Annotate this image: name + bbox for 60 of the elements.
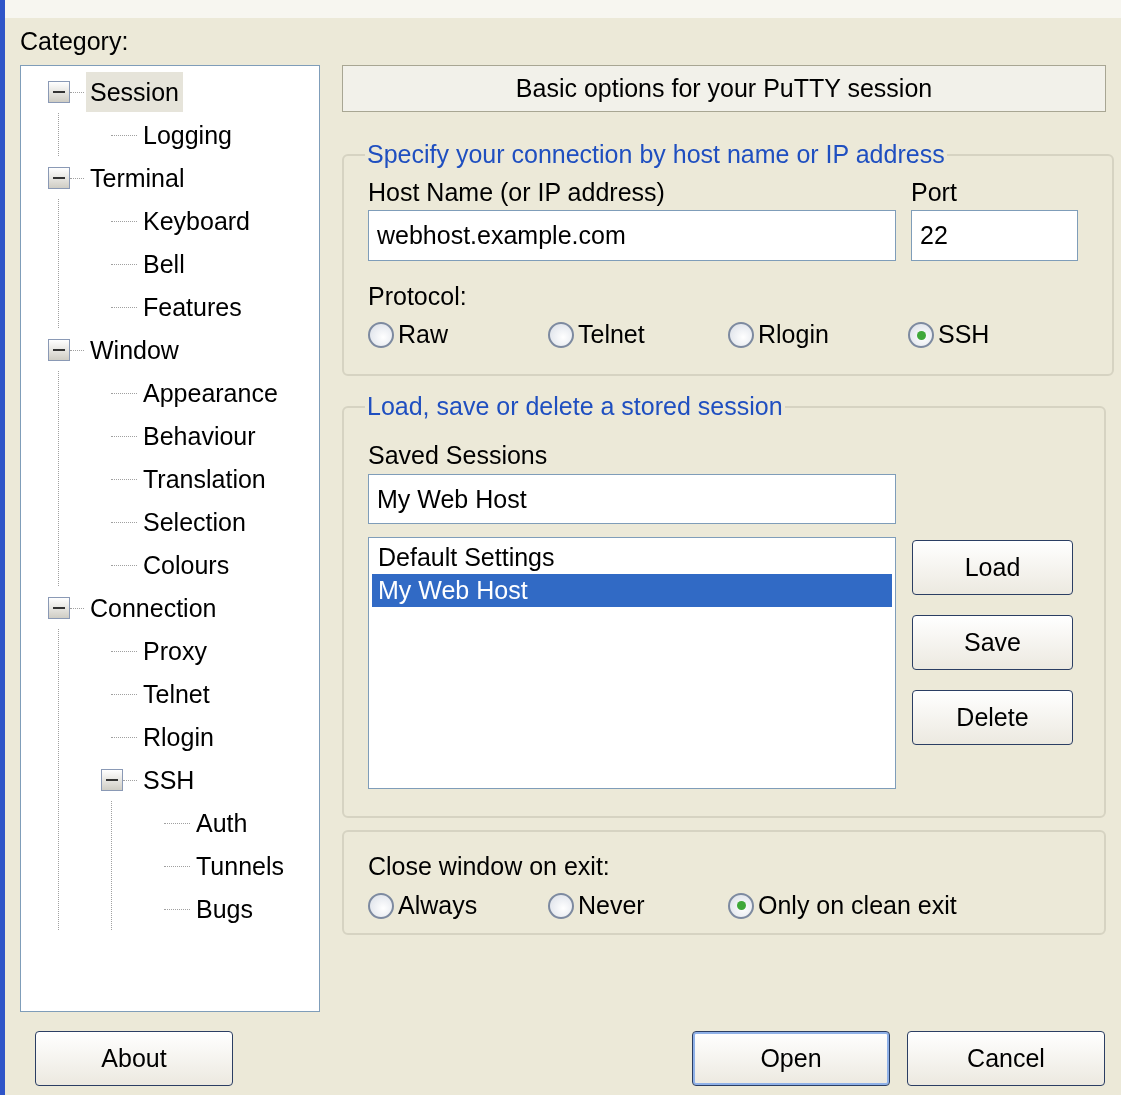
dialog-button[interactable]: Cancel <box>907 1031 1105 1086</box>
tree-item[interactable]: Telnet <box>139 673 214 714</box>
tree-item[interactable]: Window <box>86 329 183 370</box>
radio-button[interactable] <box>728 892 754 919</box>
saved-sessions-label: Saved Sessions <box>368 439 548 471</box>
radio-option[interactable]: Rlogin <box>728 315 908 355</box>
radio-option[interactable]: Only on clean exit <box>728 885 957 926</box>
tree-item[interactable]: Rlogin <box>139 716 218 757</box>
tree-item[interactable]: Keyboard <box>139 200 255 241</box>
collapse-icon[interactable] <box>48 80 70 103</box>
tree-item[interactable]: Colours <box>139 544 234 585</box>
category-tree[interactable]: Session Logging Terminal Keyboard Bell Features Window Appearance Behaviour Translation Selection Colours Connection Proxy Telnet Rlogin SSH Auth Tunnels Bugs <box>20 65 320 1012</box>
radio-option[interactable]: Telnet <box>548 315 728 355</box>
radio-button[interactable] <box>728 322 754 348</box>
tree-item[interactable]: Features <box>139 286 246 327</box>
tree-item[interactable]: Bugs <box>192 888 257 929</box>
dialog-button[interactable]: Delete <box>912 690 1073 745</box>
group-title: Specify your connection by host name or IP address <box>366 139 946 170</box>
host-name-field[interactable]: webhost.example.com <box>368 209 896 261</box>
collapse-icon[interactable] <box>48 596 70 619</box>
dialog-button[interactable]: Load <box>912 540 1073 595</box>
tree-item[interactable]: Translation <box>139 458 270 499</box>
tree-item[interactable]: Proxy <box>139 630 211 671</box>
radio-button[interactable] <box>368 322 394 348</box>
panel-header: Basic options for your PuTTY session <box>342 65 1106 112</box>
tree-item[interactable]: Selection <box>139 501 250 542</box>
dialog-button[interactable]: Open <box>692 1031 890 1086</box>
port-field[interactable]: 22 <box>911 209 1078 261</box>
radio-button[interactable] <box>548 892 574 919</box>
list-entry[interactable]: My Web Host <box>372 574 892 607</box>
tree-item[interactable]: Appearance <box>139 372 282 413</box>
tree-item[interactable]: Bell <box>139 243 189 284</box>
radio-option[interactable]: SSH <box>908 315 1088 355</box>
group-title: Load, save or delete a stored session <box>366 391 784 422</box>
radio-option[interactable]: Never <box>548 885 728 926</box>
tree-item[interactable]: Auth <box>192 802 252 843</box>
tree-item[interactable]: Terminal <box>86 157 189 198</box>
tree-item[interactable]: SSH <box>139 759 199 800</box>
dialog-button[interactable]: Save <box>912 615 1073 670</box>
tree-item[interactable]: Behaviour <box>139 415 260 456</box>
close-window-label: Close window on exit: <box>368 851 610 882</box>
collapse-icon[interactable] <box>101 768 123 791</box>
port-label: Port <box>911 176 957 208</box>
radio-option[interactable]: Raw <box>368 315 548 355</box>
radio-button[interactable] <box>908 322 934 348</box>
host-name-label: Host Name (or IP address) <box>368 176 665 208</box>
protocol-label: Protocol: <box>368 280 467 311</box>
radio-button[interactable] <box>548 322 574 348</box>
collapse-icon[interactable] <box>48 166 70 189</box>
radio-option[interactable]: Always <box>368 885 548 926</box>
tree-item[interactable]: Logging <box>139 114 236 155</box>
tree-item[interactable]: Connection <box>86 587 221 628</box>
radio-button[interactable] <box>368 892 394 919</box>
collapse-icon[interactable] <box>48 338 70 361</box>
category-label: Category: <box>20 26 129 57</box>
session-name-field[interactable]: My Web Host <box>368 474 896 524</box>
dialog-button[interactable]: About <box>35 1031 233 1086</box>
sessions-list[interactable]: Default Settings My Web Host <box>368 537 896 789</box>
tree-item[interactable]: Session <box>86 71 183 112</box>
tree-item[interactable]: Tunnels <box>192 845 288 886</box>
